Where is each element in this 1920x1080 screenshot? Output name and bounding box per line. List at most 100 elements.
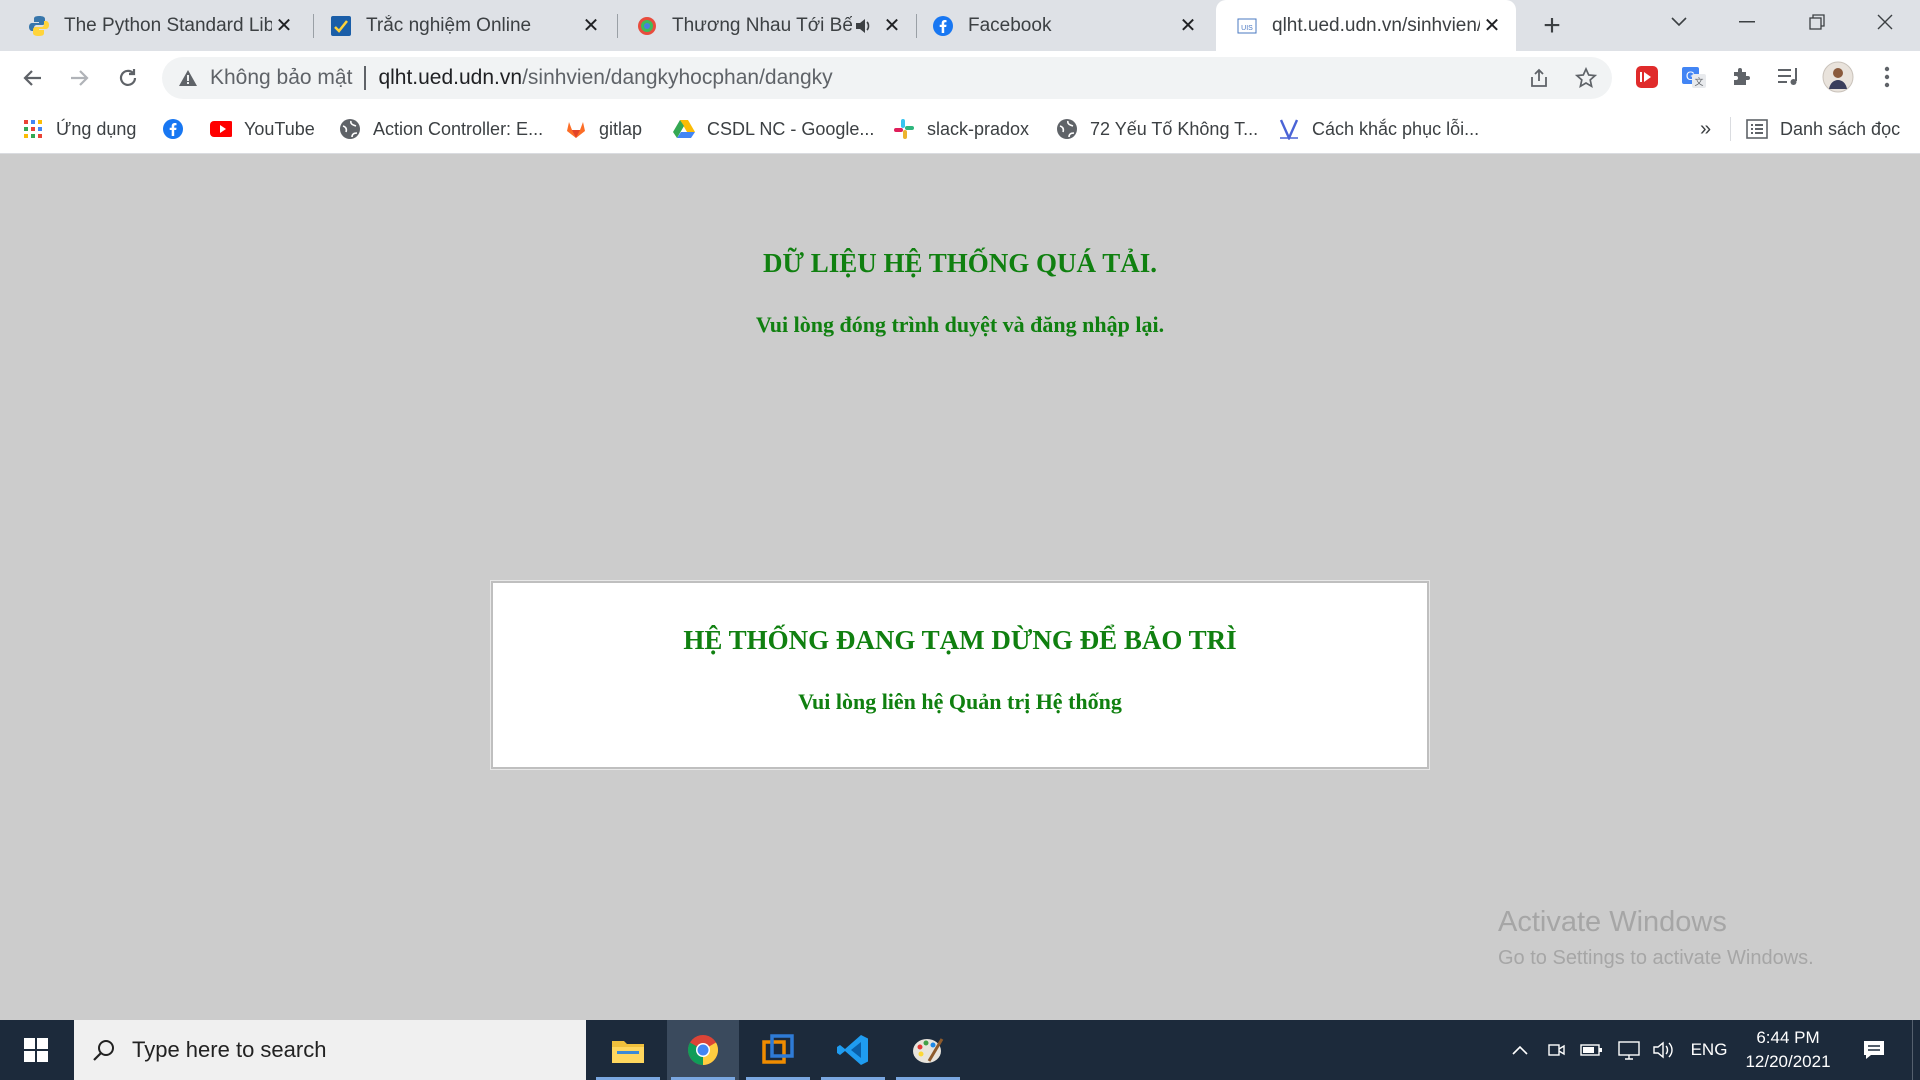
tab-title: The Python Standard Library [64,14,272,36]
ued-site-icon: UIS [1236,15,1258,37]
maintenance-subtitle: Vui lòng liên hệ Quản trị Hệ thống [798,689,1122,714]
clock-time: 6:44 PM [1756,1028,1820,1047]
bookmark-slack[interactable]: slack-pradox [893,115,1029,143]
windows-taskbar: Type here to search ENG 6:44 PM 12/20/20… [0,1020,1920,1080]
quiz-site-icon [330,15,352,37]
tab-qlht-active[interactable]: UIS qlht.ued.udn.vn/sinhvien/dangkyhocph… [1216,0,1516,51]
reading-list-icon [1746,118,1768,140]
tab-search-chevron-icon[interactable] [1650,0,1708,44]
python-icon [28,15,50,37]
bookmarks-bar: Ứng dụng YouTube Action Controller: E...… [0,105,1920,154]
tab-python-docs[interactable]: The Python Standard Library ✕ [8,0,308,51]
taskbar-search-box[interactable]: Type here to search [74,1020,586,1080]
minimize-button[interactable] [1718,0,1776,44]
svg-text:文: 文 [1694,76,1703,87]
language-indicator[interactable]: ENG [1684,1020,1734,1080]
google-drive-icon [673,118,695,140]
tab-close-icon[interactable]: ✕ [272,14,296,38]
bookmark-label: Ứng dụng [56,118,137,139]
tab-music[interactable]: Thương Nhau Tới Bến ✕ [616,0,916,51]
apps-grid-icon [22,118,44,140]
address-bar[interactable]: Không bảo mật qlht.ued.udn.vn/sinhvien/d… [162,57,1612,99]
paint-taskbar-button[interactable] [892,1020,964,1080]
browser-toolbar: Không bảo mật qlht.ued.udn.vn/sinhvien/d… [0,51,1920,105]
search-placeholder: Type here to search [132,1037,327,1062]
tab-trac-nghiem[interactable]: Trắc nghiệm Online ✕ [310,0,615,51]
reload-button[interactable] [111,61,145,95]
close-window-button[interactable] [1856,0,1914,44]
tab-facebook[interactable]: Facebook ✕ [912,0,1212,51]
bookmark-youtube[interactable]: YouTube [210,115,315,143]
clock-date: 12/20/2021 [1745,1052,1831,1071]
globe-icon [339,118,361,140]
forward-button[interactable] [63,61,97,95]
globe-icon [1056,118,1078,140]
bookmark-csdl-drive[interactable]: CSDL NC - Google... [673,115,874,143]
file-explorer-button[interactable] [592,1020,664,1080]
bookmark-apps[interactable]: Ứng dụng [22,115,136,143]
tab-close-icon[interactable]: ✕ [1176,14,1200,38]
more-menu-icon[interactable] [1873,63,1901,91]
clock[interactable]: 6:44 PM 12/20/2021 [1728,1026,1848,1074]
overload-title: DỮ LIỆU HỆ THỐNG QUÁ TẢI. [762,248,1158,278]
svg-text:UIS: UIS [1241,25,1253,32]
tab-close-icon[interactable]: ✕ [579,14,603,38]
activate-windows-title: Activate Windows [1498,906,1727,938]
facebook-icon [932,15,954,37]
bookmark-label: slack-pradox [927,118,1030,139]
more-bookmarks-chevron[interactable]: » [1700,115,1711,143]
gitlab-icon [565,118,587,140]
bookmark-gitlab[interactable]: gitlap [565,115,642,143]
bookmark-label: CSDL NC - Google... [707,118,875,139]
search-icon [92,1038,116,1062]
security-status-label[interactable]: Không bảo mật [210,66,352,90]
profile-avatar[interactable] [1822,61,1854,93]
bookmark-divider [1730,117,1731,141]
media-control-icon[interactable] [1775,63,1803,91]
tab-title: Thương Nhau Tới Bến [672,14,852,36]
meet-now-icon[interactable] [1542,1020,1570,1080]
bookmark-label: Cách khắc phục lỗi... [1312,118,1480,139]
notifications-icon[interactable] [1852,1020,1896,1080]
bookmark-action-controller[interactable]: Action Controller: E... [339,115,543,143]
restore-button[interactable] [1788,0,1846,44]
bookmark-label: YouTube [244,118,315,139]
speaker-icon[interactable] [852,15,874,37]
tab-close-icon[interactable]: ✕ [880,14,904,38]
tab-title: Facebook [968,14,1052,36]
battery-icon[interactable] [1576,1020,1608,1080]
tab-title: Trắc nghiệm Online [366,14,532,36]
vscode-icon [837,1035,868,1065]
tab-title: qlht.ued.udn.vn/sinhvien/dangkyhocphan/d… [1272,14,1480,36]
volume-icon[interactable] [1648,1020,1678,1080]
bookmark-cach-khac-phuc[interactable]: Cách khắc phục lỗi... [1278,115,1479,143]
reading-list-button[interactable]: Danh sách đọc [1746,115,1900,143]
warning-triangle-icon[interactable] [178,69,200,87]
maintenance-notice-box: HỆ THỐNG ĐANG TẠM DỪNG ĐỂ BẢO TRÌ Vui lò… [491,581,1429,769]
vmware-icon [762,1034,794,1064]
bookmark-facebook[interactable] [162,115,196,143]
back-button[interactable] [15,61,49,95]
vscode-taskbar-button[interactable] [817,1020,889,1080]
bookmark-label: gitlap [599,118,643,139]
extension-red-icon[interactable] [1633,63,1661,91]
start-button[interactable] [0,1020,72,1080]
v-logo-icon [1278,118,1300,140]
reading-list-label: Danh sách đọc [1780,118,1901,139]
zing-music-icon [636,15,658,37]
show-hidden-icons-chevron[interactable] [1506,1020,1534,1080]
bookmark-star-icon[interactable] [1574,66,1598,90]
chrome-taskbar-button[interactable] [667,1020,739,1080]
vmware-taskbar-button[interactable] [742,1020,814,1080]
bookmark-72-yeu-to[interactable]: 72 Yếu Tố Không T... [1056,115,1258,143]
share-icon[interactable] [1527,66,1551,90]
url-host: qlht.ued.udn.vn [378,66,523,89]
google-translate-icon[interactable]: G文 [1680,63,1708,91]
overload-subtitle: Vui lòng đóng trình duyệt và đăng nhập l… [755,312,1165,337]
extensions-puzzle-icon[interactable] [1728,63,1756,91]
network-icon[interactable] [1614,1020,1644,1080]
tab-close-icon[interactable]: ✕ [1480,14,1504,38]
windows-logo-icon [24,1038,48,1062]
new-tab-button[interactable]: + [1536,9,1568,42]
show-desktop-button[interactable] [1912,1020,1920,1080]
